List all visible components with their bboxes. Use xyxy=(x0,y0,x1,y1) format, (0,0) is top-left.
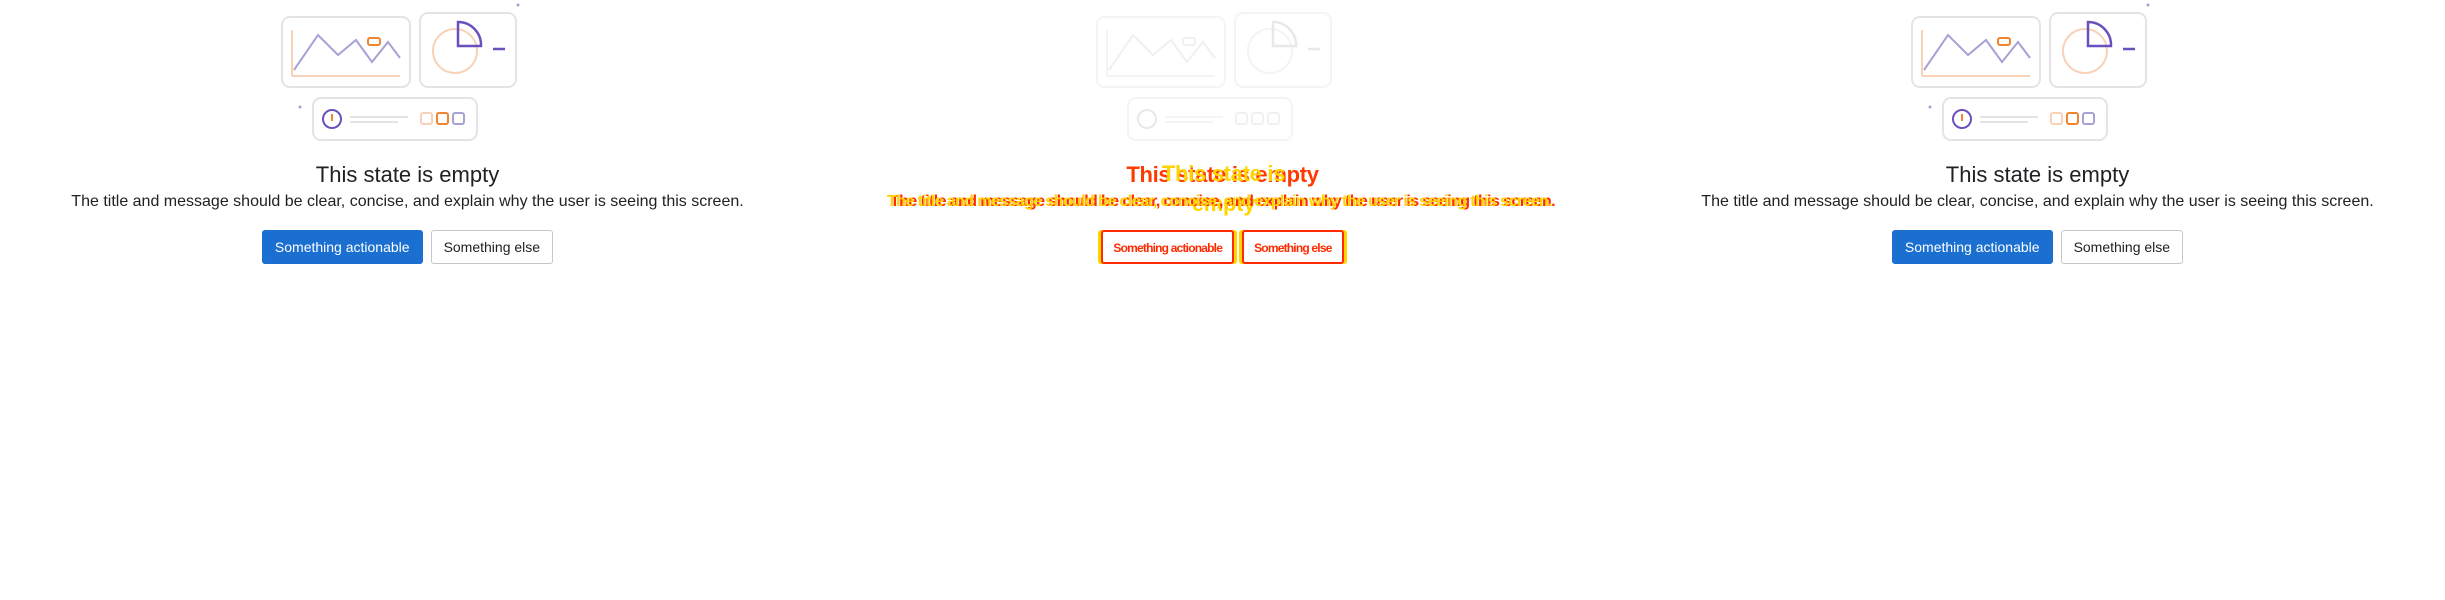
something-actionable-button[interactable]: Something actionable xyxy=(1101,230,1235,264)
something-else-button[interactable]: Something else xyxy=(430,230,554,264)
pie-chart-icon xyxy=(419,12,517,88)
status-card-icon xyxy=(1942,97,2108,141)
empty-state-actions: Something actionable Something else xyxy=(0,230,815,264)
empty-state-illustration xyxy=(281,3,520,141)
empty-state-panel-middle: This state is empty This state is empty … xyxy=(815,0,1630,600)
something-else-button[interactable]: Something else xyxy=(1242,230,1344,264)
something-else-button[interactable]: Something else xyxy=(2060,230,2184,264)
empty-state-actions: Something actionable Something else xyxy=(815,230,1630,264)
status-card-icon xyxy=(1127,97,1293,141)
empty-state-page: This state is empty The title and messag… xyxy=(0,0,2445,600)
title-ghost: This state is empty This state is empty xyxy=(1126,160,1319,216)
status-card-icon xyxy=(312,97,478,141)
empty-state-title: This state is empty xyxy=(315,162,500,187)
message-layer-yellow: The title and message should be clear, c… xyxy=(886,193,1553,210)
empty-state-message: The title and message should be clear, c… xyxy=(1701,193,2374,210)
empty-state-illustration xyxy=(1911,3,2150,141)
line-chart-icon xyxy=(1096,16,1226,88)
empty-state-illustration xyxy=(1096,12,1332,141)
empty-state-message: The title and message should be clear, c… xyxy=(815,191,1630,213)
line-chart-icon xyxy=(281,16,411,88)
something-actionable-button[interactable]: Something actionable xyxy=(1891,230,2053,264)
empty-state-panel-right: This state is empty The title and messag… xyxy=(1630,0,2445,600)
pie-chart-icon xyxy=(1234,12,1332,88)
pie-chart-icon xyxy=(2049,12,2147,88)
something-actionable-button[interactable]: Something actionable xyxy=(261,230,423,264)
empty-state-panel-left: This state is empty The title and messag… xyxy=(0,0,815,600)
empty-state-title: This state is empty This state is empty xyxy=(815,160,1630,216)
empty-state-title: This state is empty xyxy=(1945,162,2130,187)
message-ghost: The title and message should be clear, c… xyxy=(886,191,1556,213)
empty-state-message: The title and message should be clear, c… xyxy=(71,193,744,210)
line-chart-icon xyxy=(1911,16,2041,88)
empty-state-actions: Something actionable Something else xyxy=(1630,230,2445,264)
